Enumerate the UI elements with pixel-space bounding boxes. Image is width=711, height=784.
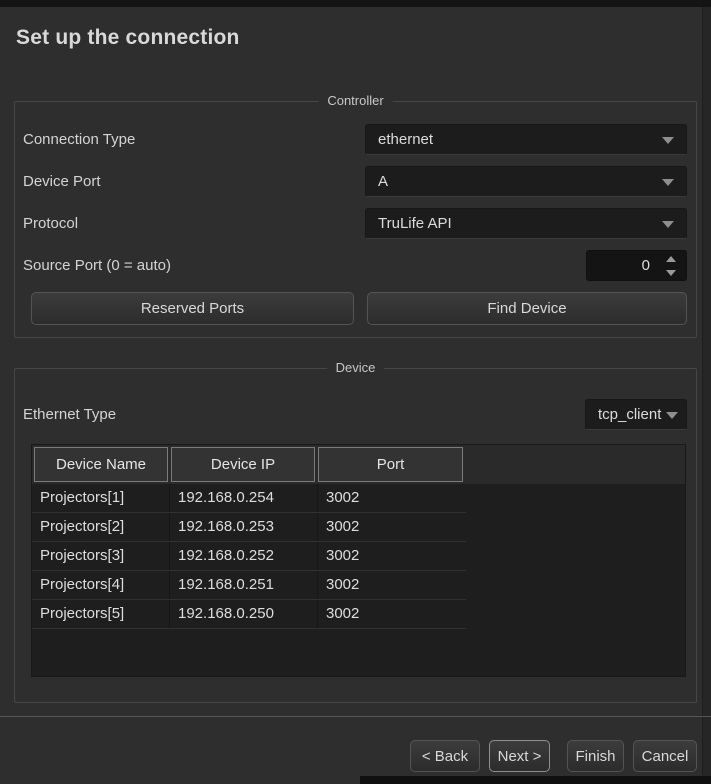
cell-port: 3002 xyxy=(326,489,360,506)
cancel-button[interactable]: Cancel xyxy=(633,740,697,772)
cell-device-name: Projectors[3] xyxy=(32,542,170,570)
cell-device-name: Projectors[4] xyxy=(32,571,170,599)
cell-device-ip: 192.168.0.252 xyxy=(170,542,318,570)
window-bottom-edge xyxy=(360,776,711,784)
footer-divider xyxy=(0,716,711,717)
cell-port: 3002 xyxy=(326,605,360,622)
window-top-edge xyxy=(0,0,711,7)
chevron-down-icon xyxy=(662,179,674,186)
cell-device-name: Projectors[5] xyxy=(32,600,170,628)
column-header-device-name[interactable]: Device Name xyxy=(34,447,168,482)
column-header-device-ip[interactable]: Device IP xyxy=(171,447,315,482)
connection-type-value: ethernet xyxy=(378,131,434,148)
cell-device-ip: 192.168.0.251 xyxy=(170,571,318,599)
device-group: Device Ethernet Type tcp_client Device N… xyxy=(14,360,697,703)
device-port-value: A xyxy=(378,173,389,190)
source-port-spinner[interactable]: 0 xyxy=(586,250,687,281)
table-row[interactable]: Projectors[3] 192.168.0.252 3002 xyxy=(32,542,466,571)
chevron-down-icon xyxy=(666,412,678,419)
cell-port: 3002 xyxy=(326,547,360,564)
cell-device-name: Projectors[2] xyxy=(32,513,170,541)
cell-port: 3002 xyxy=(326,518,360,535)
next-button[interactable]: Next > xyxy=(489,740,550,772)
protocol-value: TruLife API xyxy=(378,215,452,232)
controller-group: Controller Connection Type ethernet Devi… xyxy=(14,93,697,338)
chevron-down-icon xyxy=(662,137,674,144)
cell-device-name: Projectors[1] xyxy=(32,484,170,512)
window-right-edge xyxy=(702,7,711,784)
protocol-select[interactable]: TruLife API xyxy=(365,208,687,239)
page-title: Set up the connection xyxy=(16,26,240,49)
spinner-buttons xyxy=(663,254,679,278)
cell-device-ip: 192.168.0.253 xyxy=(170,513,318,541)
spin-up-icon[interactable] xyxy=(666,256,676,262)
cell-port: 3002 xyxy=(326,576,360,593)
column-header-filler xyxy=(464,445,685,484)
spin-down-icon[interactable] xyxy=(666,270,676,276)
table-row[interactable]: Projectors[4] 192.168.0.251 3002 xyxy=(32,571,466,600)
device-port-label: Device Port xyxy=(23,173,101,190)
device-group-legend: Device xyxy=(326,360,385,375)
ethernet-type-select[interactable]: tcp_client xyxy=(585,399,687,430)
chevron-down-icon xyxy=(662,221,674,228)
table-row[interactable]: Projectors[2] 192.168.0.253 3002 xyxy=(32,513,466,542)
finish-button[interactable]: Finish xyxy=(567,740,624,772)
table-row[interactable]: Projectors[1] 192.168.0.254 3002 xyxy=(32,484,466,513)
table-row[interactable]: Projectors[5] 192.168.0.250 3002 xyxy=(32,600,466,629)
protocol-label: Protocol xyxy=(23,215,79,232)
device-port-select[interactable]: A xyxy=(365,166,687,197)
reserved-ports-button[interactable]: Reserved Ports xyxy=(31,292,354,325)
device-table[interactable]: Device Name Device IP Port Projectors[1]… xyxy=(31,444,686,677)
device-table-header: Device Name Device IP Port xyxy=(32,445,685,484)
ethernet-type-value: tcp_client xyxy=(598,406,662,423)
source-port-label: Source Port (0 = auto) xyxy=(23,257,171,274)
ethernet-type-label: Ethernet Type xyxy=(23,406,117,423)
source-port-value: 0 xyxy=(641,257,650,274)
column-header-port[interactable]: Port xyxy=(318,447,463,482)
back-button[interactable]: < Back xyxy=(410,740,480,772)
controller-group-legend: Controller xyxy=(318,93,393,108)
find-device-button[interactable]: Find Device xyxy=(367,292,687,325)
cell-device-ip: 192.168.0.254 xyxy=(170,484,318,512)
connection-type-label: Connection Type xyxy=(23,131,136,148)
cell-device-ip: 192.168.0.250 xyxy=(170,600,318,628)
connection-type-select[interactable]: ethernet xyxy=(365,124,687,155)
